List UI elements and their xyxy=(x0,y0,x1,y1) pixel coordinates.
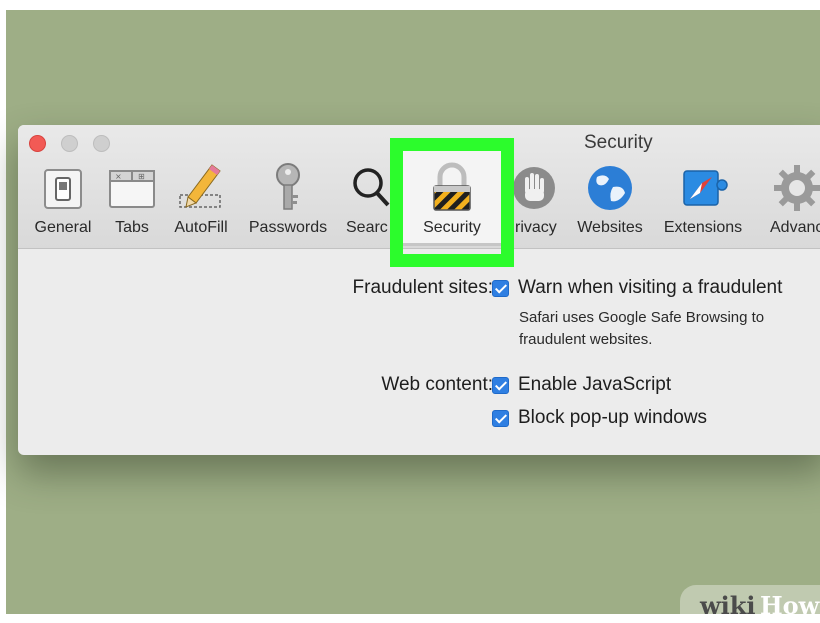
block-popups-checkbox[interactable] xyxy=(492,410,509,427)
svg-text:×: × xyxy=(115,172,122,181)
pencil-icon xyxy=(179,164,221,208)
tab-advanced-label: Advanc xyxy=(770,219,820,236)
enable-javascript-checkbox[interactable] xyxy=(492,377,509,394)
enable-javascript-option: Enable JavaScript xyxy=(518,374,672,395)
web-content-label: Web content: xyxy=(381,374,493,395)
hand-icon xyxy=(513,167,555,209)
tab-autofill-label: AutoFill xyxy=(174,219,228,236)
watermark-wiki: wiki xyxy=(700,591,756,620)
globe-icon xyxy=(588,166,632,210)
tab-extensions-label: Extensions xyxy=(663,219,743,236)
security-highlight-box xyxy=(390,138,514,267)
window-title: Security xyxy=(584,132,653,153)
watermark-how: How xyxy=(760,591,820,620)
fraudulent-description-line-2: fraudulent websites. xyxy=(519,331,653,348)
svg-text:⊞: ⊞ xyxy=(138,172,145,181)
close-window-button[interactable] xyxy=(29,135,46,152)
zoom-window-button[interactable] xyxy=(93,135,110,152)
fraudulent-warning-option: Warn when visiting a fraudulent xyxy=(518,277,783,298)
gear-icon xyxy=(774,165,820,211)
minimize-window-button[interactable] xyxy=(61,135,78,152)
image-border-top xyxy=(0,0,820,10)
tab-passwords[interactable]: Passwords xyxy=(242,155,334,245)
tab-general-label: General xyxy=(34,219,92,236)
fraudulent-description-line-1: Safari uses Google Safe Browsing to xyxy=(519,309,765,326)
key-icon xyxy=(276,163,300,210)
fraudulent-sites-label: Fraudulent sites: xyxy=(352,277,493,298)
tab-tabs[interactable]: × ⊞ Tabs xyxy=(104,155,160,245)
tab-general[interactable]: General xyxy=(26,155,100,245)
tab-websites[interactable]: Websites xyxy=(570,155,650,245)
fraudulent-warning-checkbox[interactable] xyxy=(492,280,509,297)
tab-tabs-label: Tabs xyxy=(115,219,149,236)
tabs-icon: × ⊞ xyxy=(109,170,155,208)
tab-extensions[interactable]: Extensions xyxy=(656,155,750,245)
general-switch-icon xyxy=(44,169,82,209)
security-settings-panel: Fraudulent sites: Warn when visiting a f… xyxy=(18,249,820,455)
wikihow-watermark: wiki How xyxy=(680,585,820,623)
tab-advanced[interactable]: Advanc xyxy=(756,155,820,245)
block-popups-option: Block pop-up windows xyxy=(518,407,708,428)
tab-passwords-label: Passwords xyxy=(248,219,328,236)
tab-websites-label: Websites xyxy=(577,219,643,236)
tab-autofill[interactable]: AutoFill xyxy=(166,155,236,245)
image-border-left xyxy=(0,0,6,623)
compass-puzzle-icon xyxy=(683,170,728,206)
